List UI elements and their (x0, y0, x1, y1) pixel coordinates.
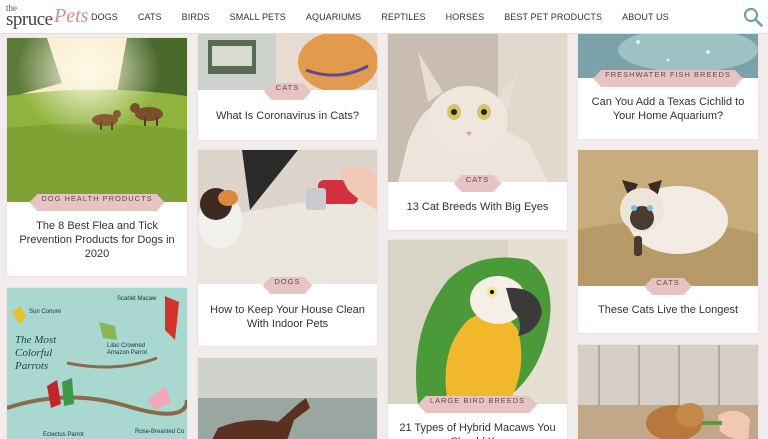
parrot-label: Scarlet Macaw (117, 296, 157, 302)
card-title[interactable]: Can You Add a Texas Cichlid to Your Home… (586, 95, 750, 123)
main-nav: DOGS CATS BIRDS SMALL PETS AQUARIUMS REP… (91, 0, 689, 34)
logo-spruce: spruce (6, 9, 53, 30)
guinea-pig-image (578, 345, 758, 439)
category-tag[interactable]: FRESHWATER FISH BREEDS (593, 70, 743, 87)
parrot-label: Eclectus Parrot (43, 432, 84, 438)
dogs-playing-image (7, 38, 187, 202)
nav-small-pets[interactable]: SMALL PETS (230, 12, 286, 22)
macaw-image (388, 240, 567, 404)
category-tag[interactable]: CATS (644, 278, 691, 295)
card-cats-live-longest[interactable]: CATS These Cats Live the Longest (578, 150, 758, 333)
nav-cats[interactable]: CATS (138, 12, 162, 22)
cat-spray-image (198, 150, 377, 284)
nav-best-pet-products[interactable]: BEST PET PRODUCTS (504, 12, 602, 22)
category-tag[interactable]: LARGE BIRD BREEDS (418, 396, 537, 413)
nav-horses[interactable]: HORSES (446, 12, 485, 22)
category-tag[interactable]: CATS (454, 175, 501, 192)
card-title[interactable]: What Is Coronavirus in Cats? (206, 109, 369, 123)
card-title[interactable]: How to Keep Your House Clean With Indoor… (206, 303, 369, 331)
card-title[interactable]: The 8 Best Flea and Tick Prevention Prod… (15, 219, 179, 261)
logo-pets: Pets (54, 5, 89, 27)
site-logo[interactable]: the spruce Pets (6, 3, 88, 31)
parrot-label: Sun Conure (29, 309, 62, 315)
site-header: the spruce Pets DOGS CATS BIRDS SMALL PE… (0, 0, 768, 34)
card-coronavirus-cats[interactable]: CATS What Is Coronavirus in Cats? (198, 32, 377, 140)
nav-about-us[interactable]: ABOUT US (622, 12, 669, 22)
category-tag[interactable]: DOGS (262, 277, 312, 294)
card-big-eyes[interactable]: CATS 13 Cat Breeds With Big Eyes (388, 32, 567, 230)
parrot-label: Rose-Breasted Co (135, 429, 185, 435)
card-flea-tick[interactable]: DOG HEALTH PRODUCTS The 8 Best Flea and … (7, 38, 187, 276)
sphynx-cat-image (388, 32, 567, 182)
nav-aquariums[interactable]: AQUARIUMS (306, 12, 361, 22)
card-guinea-pig[interactable] (578, 345, 758, 439)
parrot-label: Lilac Crowned Amazon Parrot (107, 343, 148, 356)
category-tag[interactable]: CATS (264, 83, 311, 100)
search-icon[interactable] (742, 6, 764, 28)
infographic-heading: The Most Colorful Parrots (15, 334, 57, 372)
nav-reptiles[interactable]: REPTILES (381, 12, 425, 22)
cat-vet-image (198, 32, 377, 90)
card-hybrid-macaws[interactable]: LARGE BIRD BREEDS 21 Types of Hybrid Mac… (388, 240, 567, 439)
card-colorful-parrots[interactable]: The Most Colorful Parrots Sun Conure Sca… (7, 288, 187, 439)
nav-dogs[interactable]: DOGS (91, 12, 118, 22)
siamese-cat-image (578, 150, 758, 286)
card-texas-cichlid[interactable]: FRESHWATER FISH BREEDS Can You Add a Tex… (578, 32, 758, 139)
card-title[interactable]: 21 Types of Hybrid Macaws You Should K..… (396, 421, 559, 439)
category-tag[interactable]: DOG HEALTH PRODUCTS (29, 194, 164, 211)
horse-beach-image (198, 358, 377, 439)
nav-birds[interactable]: BIRDS (182, 12, 210, 22)
card-title[interactable]: 13 Cat Breeds With Big Eyes (396, 200, 559, 214)
card-horse[interactable] (198, 358, 377, 439)
card-house-clean[interactable]: DOGS How to Keep Your House Clean With I… (198, 150, 377, 346)
card-title[interactable]: These Cats Live the Longest (586, 303, 750, 317)
